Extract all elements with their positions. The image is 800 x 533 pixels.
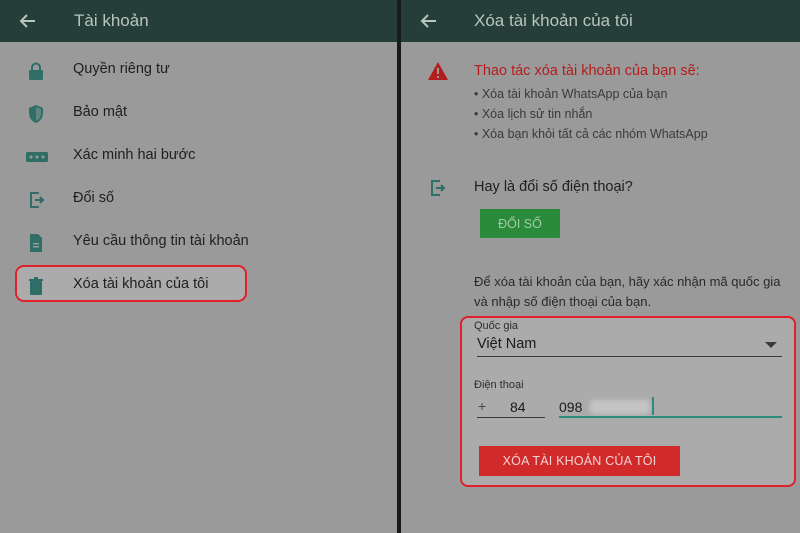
menu-item-privacy[interactable]: Quyền riêng tư (0, 50, 397, 90)
trash-icon (26, 276, 46, 296)
delete-instruction: Để xóa tài khoản của bạn, hãy xác nhận m… (474, 274, 781, 309)
menu-item-label: Xóa tài khoản của tôi (73, 276, 209, 292)
menu-item-label: Xác minh hai bước (73, 147, 196, 163)
country-code-underline (477, 417, 545, 418)
warning-bullet: • Xóa bạn khỏi tất cả các nhóm WhatsApp (474, 127, 708, 141)
delete-account-button[interactable]: XÓA TÀI KHOẢN CỦA TÔI (479, 446, 680, 476)
plus-sign: + (478, 398, 487, 414)
change-number-button[interactable]: ĐỔI SỐ (480, 209, 560, 238)
menu-item-two-step[interactable]: Xác minh hai bước (0, 136, 397, 176)
account-settings-panel: Tài khoản Quyền riêng tư Bảo mật Xác min… (0, 0, 397, 533)
phone-number-input[interactable]: 098 (559, 399, 582, 415)
dots-icon (26, 147, 48, 167)
menu-item-security[interactable]: Bảo mật (0, 93, 397, 133)
warning-icon (427, 61, 449, 81)
arrow-left-icon[interactable] (18, 11, 38, 31)
menu-item-change-number[interactable]: Đổi số (0, 179, 397, 219)
document-icon (26, 233, 46, 253)
country-underline (477, 356, 782, 357)
menu-item-label: Quyền riêng tư (73, 61, 170, 77)
menu-item-label: Bảo mật (73, 104, 127, 120)
change-number-question: Hay là đổi số điện thoại? (474, 179, 633, 195)
phone-label: Điện thoại (474, 379, 524, 391)
lock-icon (26, 61, 46, 81)
shield-icon (26, 104, 46, 124)
phone-number-blurred (590, 400, 650, 414)
phone-number-underline (559, 416, 782, 418)
country-label: Quốc gia (474, 320, 519, 332)
app-header: Tài khoản (0, 0, 397, 42)
warning-title: Thao tác xóa tài khoản của bạn sẽ: (474, 63, 700, 79)
change-number-icon (26, 190, 46, 210)
chevron-down-icon[interactable] (765, 342, 777, 348)
country-select[interactable]: Việt Nam (477, 336, 536, 352)
page-title: Tài khoản (74, 11, 149, 30)
page-title: Xóa tài khoản của tôi (474, 11, 633, 30)
menu-item-request-info[interactable]: Yêu cầu thông tin tài khoản (0, 222, 397, 262)
warning-bullet: • Xóa lịch sử tin nhắn (474, 107, 593, 121)
change-number-icon (428, 178, 446, 198)
app-header: Xóa tài khoản của tôi (401, 0, 800, 42)
warning-bullet: • Xóa tài khoản WhatsApp của bạn (474, 87, 668, 101)
menu-item-delete-account[interactable]: Xóa tài khoản của tôi (0, 265, 397, 305)
text-cursor (652, 397, 654, 415)
arrow-left-icon[interactable] (419, 11, 439, 31)
country-code-input[interactable]: 84 (510, 399, 526, 415)
menu-item-label: Yêu cầu thông tin tài khoản (73, 233, 249, 249)
menu-item-label: Đổi số (73, 190, 115, 206)
